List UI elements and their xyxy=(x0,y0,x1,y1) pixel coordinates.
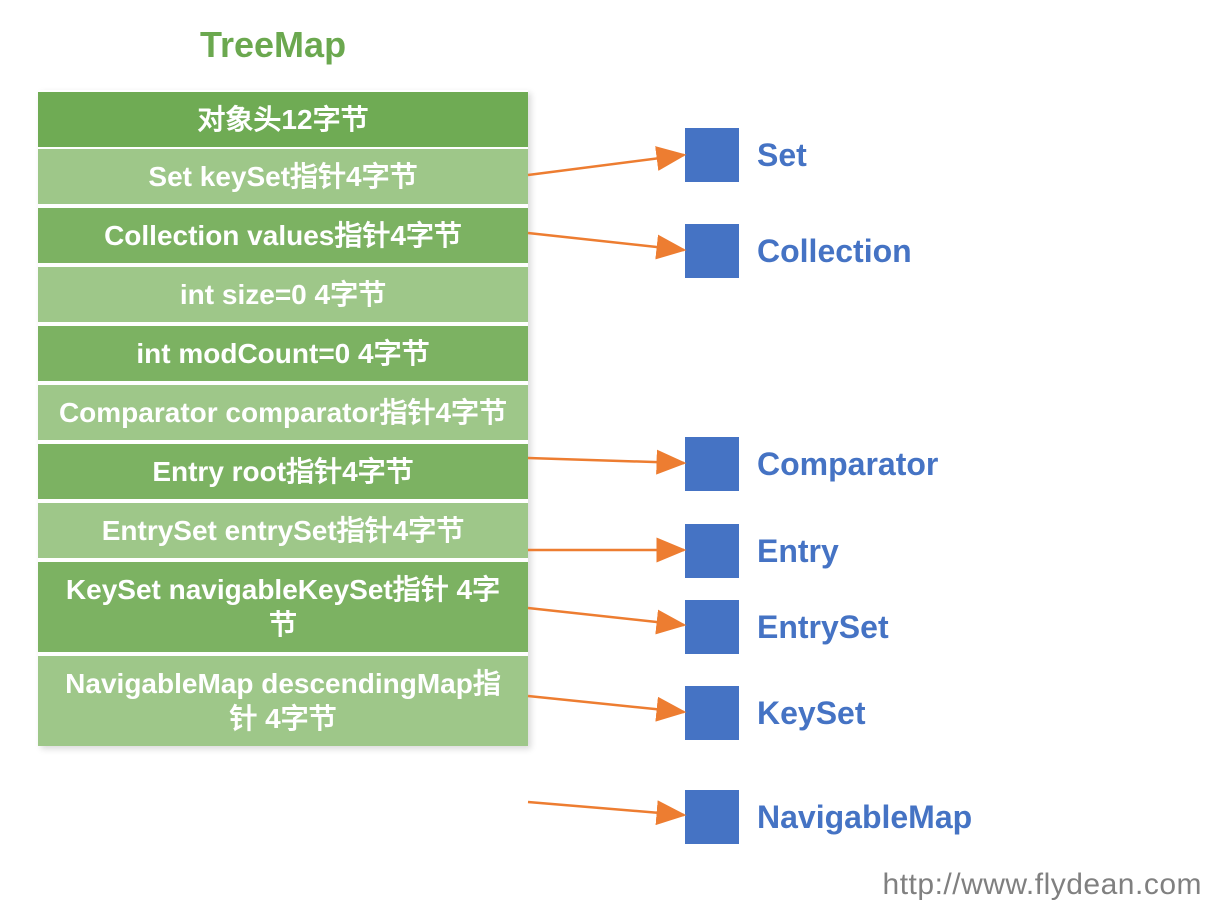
object-box-icon xyxy=(685,600,739,654)
pointer-target: KeySet xyxy=(685,686,866,740)
arrow xyxy=(528,696,684,712)
pointer-target: Collection xyxy=(685,224,912,278)
object-box-icon xyxy=(685,128,739,182)
arrow xyxy=(528,233,684,250)
pointer-target-label: Set xyxy=(757,137,807,174)
arrow xyxy=(528,458,684,463)
pointer-target-label: Comparator xyxy=(757,446,938,483)
treemap-memory-layout: 对象头12字节Set keySet指针4字节Collection values指… xyxy=(38,90,528,746)
watermark: http://www.flydean.com xyxy=(883,868,1202,902)
memory-row: int modCount=0 4字节 xyxy=(38,326,528,385)
memory-row: Set keySet指针4字节 xyxy=(38,149,528,208)
memory-row: 对象头12字节 xyxy=(38,92,528,149)
arrow xyxy=(528,802,684,815)
pointer-target: EntrySet xyxy=(685,600,889,654)
memory-row: Entry root指针4字节 xyxy=(38,444,528,503)
pointer-target: NavigableMap xyxy=(685,790,972,844)
pointer-target-label: Entry xyxy=(757,533,839,570)
memory-row: KeySet navigableKeySet指针 4字节 xyxy=(38,562,528,656)
object-box-icon xyxy=(685,524,739,578)
object-box-icon xyxy=(685,437,739,491)
diagram-title: TreeMap xyxy=(200,24,346,66)
pointer-target-label: EntrySet xyxy=(757,609,889,646)
pointer-target: Comparator xyxy=(685,437,938,491)
memory-row: Comparator comparator指针4字节 xyxy=(38,385,528,444)
arrow xyxy=(528,155,684,175)
memory-row: Collection values指针4字节 xyxy=(38,208,528,267)
object-box-icon xyxy=(685,224,739,278)
pointer-target-label: Collection xyxy=(757,233,912,270)
object-box-icon xyxy=(685,790,739,844)
pointer-target: Set xyxy=(685,128,807,182)
pointer-target: Entry xyxy=(685,524,839,578)
pointer-target-label: NavigableMap xyxy=(757,799,972,836)
pointer-target-label: KeySet xyxy=(757,695,866,732)
memory-row: EntrySet entrySet指针4字节 xyxy=(38,503,528,562)
memory-row: NavigableMap descendingMap指针 4字节 xyxy=(38,656,528,746)
object-box-icon xyxy=(685,686,739,740)
arrow xyxy=(528,608,684,625)
memory-row: int size=0 4字节 xyxy=(38,267,528,326)
